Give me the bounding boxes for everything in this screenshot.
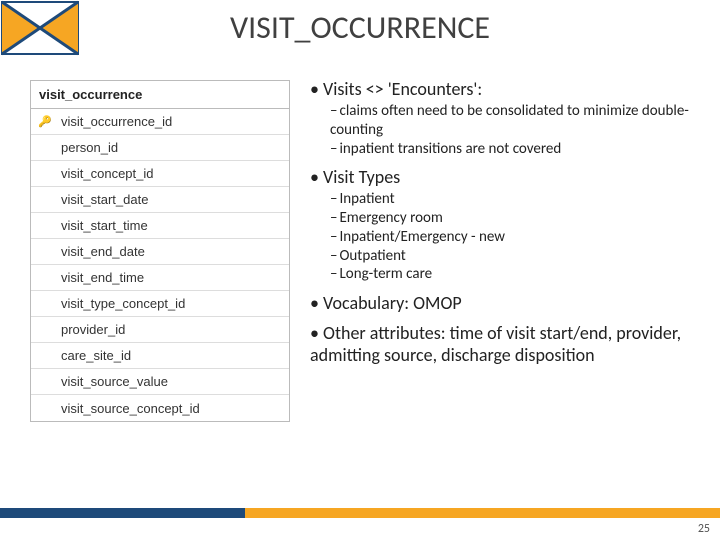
sub-bullet: inpatient transitions are not covered [330, 140, 710, 159]
sub-bullet: Inpatient/Emergency - new [330, 228, 710, 247]
column-name: visit_source_value [59, 374, 289, 389]
page-number: 25 [698, 522, 710, 536]
table-row: visit_start_date [31, 187, 289, 213]
table-row: 🔑visit_occurrence_id [31, 109, 289, 135]
table-row: visit_source_value [31, 369, 289, 395]
column-name: provider_id [59, 322, 289, 337]
table-row: visit_end_time [31, 265, 289, 291]
table-row: visit_start_time [31, 213, 289, 239]
sub-bullet: Outpatient [330, 247, 710, 266]
table-row: visit_concept_id [31, 161, 289, 187]
sub-bullet: claims often need to be consolidated to … [330, 102, 710, 140]
column-name: visit_start_date [59, 192, 289, 207]
bullet-vocab: Vocabulary: OMOP [310, 292, 710, 314]
column-name: person_id [59, 140, 289, 155]
column-name: visit_concept_id [59, 166, 289, 181]
table-row: visit_type_concept_id [31, 291, 289, 317]
column-name: visit_end_time [59, 270, 289, 285]
bullet-types: Visit Types [310, 166, 710, 188]
table-row: provider_id [31, 317, 289, 343]
column-name: visit_end_date [59, 244, 289, 259]
sub-bullet: Inpatient [330, 190, 710, 209]
table-row: care_site_id [31, 343, 289, 369]
page-title: VISIT_OCCURRENCE [0, 8, 720, 47]
bullet-visits: Visits <> 'Encounters': [310, 78, 710, 100]
column-name: visit_start_time [59, 218, 289, 233]
table-row: person_id [31, 135, 289, 161]
bullet-other: Other attributes: time of visit start/en… [310, 322, 710, 366]
column-name: visit_occurrence_id [59, 114, 289, 129]
sub-bullet: Emergency room [330, 209, 710, 228]
column-name: visit_source_concept_id [59, 401, 289, 416]
table-row: visit_end_date [31, 239, 289, 265]
footer-stripe [0, 508, 720, 518]
column-name: care_site_id [59, 348, 289, 363]
table-row: visit_source_concept_id [31, 395, 289, 421]
key-icon: 🔑 [31, 115, 59, 128]
content-bullets: Visits <> 'Encounters': claims often nee… [310, 78, 710, 374]
table-name: visit_occurrence [31, 81, 289, 109]
sub-bullet: Long-term care [330, 265, 710, 284]
column-name: visit_type_concept_id [59, 296, 289, 311]
schema-table: visit_occurrence 🔑visit_occurrence_idper… [30, 80, 290, 422]
